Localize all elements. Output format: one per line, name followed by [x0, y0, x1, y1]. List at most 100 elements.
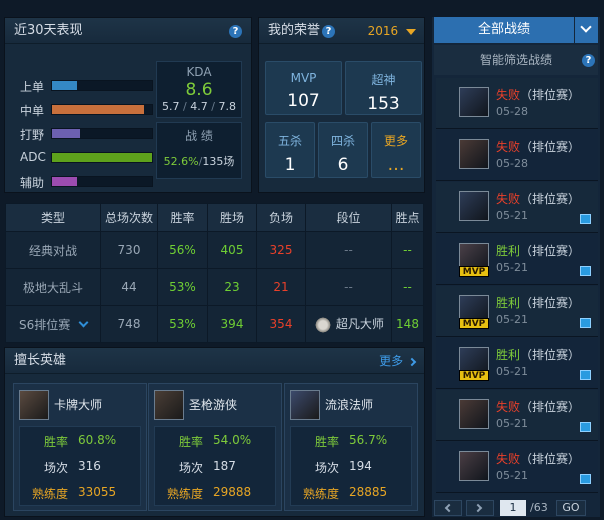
match-result: 胜利（排位赛） [496, 242, 580, 259]
hero-stats: 胜率 60.8% 场次 316 熟练度 33055 [19, 426, 141, 506]
mastery-label: 熟练度 [166, 487, 203, 501]
heroes-more-label: 更多 [379, 354, 404, 368]
mvp-box[interactable]: MVP 107 [265, 61, 342, 115]
match-date: 05-21 [496, 261, 528, 274]
mode-type-cell[interactable]: S6排位赛 [5, 305, 101, 343]
match-item[interactable]: MVP 胜利（排位赛） 05-21 [436, 338, 598, 389]
col-header: 负场 [256, 203, 306, 232]
role-bar [51, 176, 153, 187]
honor-panel: 我的荣誉 ? 2016 MVP 107 超神 153 五杀 1 四杀 6 更多 … [258, 17, 425, 193]
role-bar-fill [52, 153, 152, 162]
match-item[interactable]: 失败（排位赛） 05-21 [436, 390, 598, 441]
wins: 394 [207, 305, 257, 343]
hero-games: 316 [78, 459, 101, 473]
mode-stats-table: 类型 总场次数 胜率 胜场 负场 段位 胜点 经典对战 730 56% 405 … [5, 203, 424, 343]
heroes-more-link[interactable]: 更多 [379, 348, 417, 374]
result-text: 失败 [496, 400, 521, 414]
replay-icon[interactable] [580, 422, 591, 432]
match-date: 05-21 [496, 469, 528, 482]
role-label: 辅助 [20, 176, 45, 190]
match-result: 失败（排位赛） [496, 450, 580, 467]
wins: 405 [207, 231, 257, 269]
go-button[interactable]: GO [556, 500, 586, 516]
page-total: /63 [530, 501, 548, 514]
match-date: 05-21 [496, 209, 528, 222]
match-item[interactable]: 失败（排位赛） 05-28 [436, 130, 598, 181]
table-row: S6排位赛 748 53% 394 354 超凡大师 148 [5, 305, 424, 343]
page-input[interactable]: 1 [500, 500, 526, 516]
result-text: 失败 [496, 140, 521, 154]
match-item[interactable]: MVP 胜利（排位赛） 05-21 [436, 234, 598, 285]
col-header: 胜场 [207, 203, 257, 232]
replay-icon[interactable] [580, 318, 591, 328]
col-header: 胜点 [391, 203, 424, 232]
mastery-label: 熟练度 [31, 487, 68, 501]
records-dropdown-button[interactable] [575, 17, 598, 43]
hero-card[interactable]: 流浪法师胜率 56.7% 场次 194 熟练度 28885 [284, 383, 418, 511]
chevron-down-icon[interactable] [78, 317, 89, 327]
mvp-badge: MVP [459, 266, 489, 277]
help-icon[interactable]: ? [229, 25, 242, 38]
chevron-left-icon [444, 503, 454, 513]
role-bar-fill [52, 81, 77, 90]
all-records-button[interactable]: 全部战绩 [434, 17, 574, 43]
mode-type: 极地大乱斗 [5, 268, 101, 306]
replay-icon[interactable] [580, 370, 591, 380]
hero-stats: 胜率 56.7% 场次 194 熟练度 28885 [290, 426, 412, 506]
replay-icon[interactable] [580, 266, 591, 276]
panel-header: 近30天表现 ? [5, 18, 251, 44]
table-row: 经典对战 730 56% 405 325 -- -- [5, 231, 424, 269]
next-page-button[interactable] [466, 500, 494, 516]
chevron-right-icon [473, 503, 483, 513]
hero-games: 187 [213, 459, 236, 473]
chevron-right-icon [407, 357, 417, 367]
record-label: 战 绩 [185, 129, 213, 143]
more-honor-box[interactable]: 更多 … [371, 122, 421, 178]
total-games: 748 [100, 305, 158, 343]
kda-assists: 7.8 [218, 100, 236, 113]
mastery-label: 熟练度 [302, 487, 339, 501]
match-item[interactable]: 失败（排位赛） 05-21 [436, 442, 598, 493]
replay-icon[interactable] [580, 474, 591, 484]
god-box[interactable]: 超神 153 [345, 61, 422, 115]
god-value: 153 [367, 94, 400, 114]
champion-portrait [459, 87, 489, 117]
champion-portrait [459, 139, 489, 169]
match-item[interactable]: 失败（排位赛） 05-28 [436, 78, 598, 129]
match-item[interactable]: 失败（排位赛） 05-21 [436, 182, 598, 233]
win-rate: 53% [157, 268, 208, 306]
quadra-box[interactable]: 四杀 6 [318, 122, 368, 178]
replay-icon[interactable] [580, 214, 591, 224]
record-games: 135场 [202, 155, 235, 168]
mode-text: （排位赛） [520, 452, 581, 466]
prev-page-button[interactable] [434, 500, 462, 516]
match-result: 胜利（排位赛） [496, 294, 580, 311]
match-item[interactable]: MVP 胜利（排位赛） 05-21 [436, 286, 598, 337]
hero-card[interactable]: 圣枪游侠 胜率 54.0% 场次 187 熟练度 29888 [148, 383, 282, 511]
hero-name: 流浪法师 [325, 398, 374, 412]
win-rate: 53% [157, 305, 208, 343]
rate-label: 胜率 [178, 435, 203, 449]
hero-rate: 54.0% [213, 433, 252, 447]
quadra-value: 6 [337, 155, 349, 175]
mode-text: （排位赛） [520, 140, 581, 154]
kda-box: KDA 8.6 5.7 / 4.7 / 7.8 [156, 61, 242, 118]
rate-label: 胜率 [314, 435, 339, 449]
penta-box[interactable]: 五杀 1 [265, 122, 315, 178]
help-icon[interactable]: ? [582, 54, 595, 67]
panel-header: 我的荣誉 ? 2016 [259, 18, 424, 44]
wins: 23 [207, 268, 257, 306]
smart-filter-tab[interactable]: 智能筛选战绩 ? [434, 45, 598, 75]
col-header: 类型 [5, 203, 101, 232]
win-rate: 56% [157, 231, 208, 269]
match-date: 05-28 [496, 157, 528, 170]
points: -- [391, 231, 424, 269]
hero-card[interactable]: 卡牌大师 胜率 60.8% 场次 316 熟练度 33055 [13, 383, 147, 511]
mode-type: S6排位赛 [18, 317, 71, 332]
role-label: 中单 [20, 104, 45, 118]
year-select[interactable]: 2016 [368, 18, 416, 44]
total-games: 44 [100, 268, 158, 306]
help-icon[interactable]: ? [322, 25, 335, 38]
result-text: 胜利 [496, 244, 521, 258]
role-label: ADC [20, 150, 46, 164]
